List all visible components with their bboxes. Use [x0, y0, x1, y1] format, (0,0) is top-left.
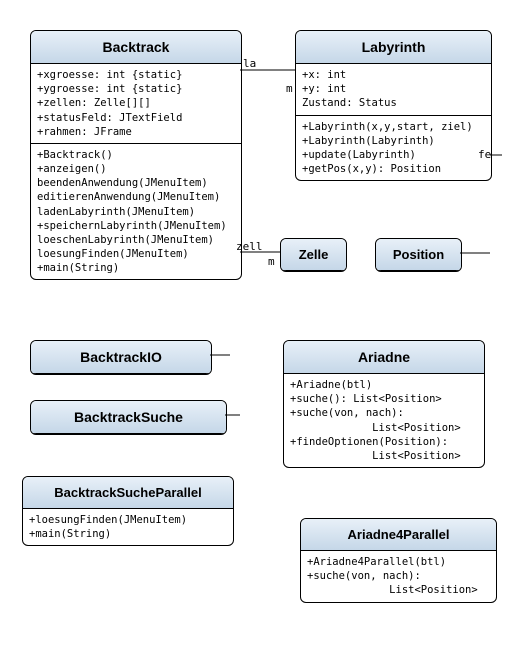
assoc-label: zell: [236, 240, 263, 253]
assoc-label: fe: [478, 148, 491, 161]
class-backtracksucheparallel: BacktrackSucheParallel +loesungFinden(JM…: [22, 476, 234, 546]
class-position: Position: [375, 238, 462, 272]
class-title: Position: [376, 239, 461, 271]
class-ariadne4parallel: Ariadne4Parallel +Ariadne4Parallel(btl) …: [300, 518, 497, 603]
class-operations: +loesungFinden(JMenuItem) +main(String): [23, 509, 233, 545]
class-title: Backtrack: [31, 31, 241, 64]
class-title: Labyrinth: [296, 31, 491, 64]
class-backtrack: Backtrack +xgroesse: int {static} +ygroe…: [30, 30, 242, 280]
class-title: BacktrackSucheParallel: [23, 477, 233, 509]
class-ariadne: Ariadne +Ariadne(btl) +suche(): List<Pos…: [283, 340, 485, 468]
class-backtracksuche: BacktrackSuche: [30, 400, 227, 435]
class-operations: +Labyrinth(x,y,start, ziel) +Labyrinth(L…: [296, 116, 491, 181]
class-title: BacktrackSuche: [31, 401, 226, 434]
class-attributes: +x: int +y: int Zustand: Status: [296, 64, 491, 116]
assoc-label: la: [243, 57, 256, 70]
class-zelle: Zelle: [280, 238, 347, 272]
class-title: Ariadne4Parallel: [301, 519, 496, 551]
class-backtrackio: BacktrackIO: [30, 340, 212, 375]
class-operations: +Ariadne4Parallel(btl) +suche(von, nach)…: [301, 551, 496, 602]
class-labyrinth: Labyrinth +x: int +y: int Zustand: Statu…: [295, 30, 492, 181]
uml-diagram: Backtrack +xgroesse: int {static} +ygroe…: [20, 20, 502, 628]
class-title: Ariadne: [284, 341, 484, 374]
assoc-label: m: [268, 255, 275, 268]
class-attributes: +xgroesse: int {static} +ygroesse: int {…: [31, 64, 241, 144]
class-title: Zelle: [281, 239, 346, 271]
class-title: BacktrackIO: [31, 341, 211, 374]
assoc-label: m: [286, 82, 293, 95]
class-operations: +Backtrack() +anzeigen() beendenAnwendun…: [31, 144, 241, 280]
class-operations: +Ariadne(btl) +suche(): List<Position> +…: [284, 374, 484, 467]
